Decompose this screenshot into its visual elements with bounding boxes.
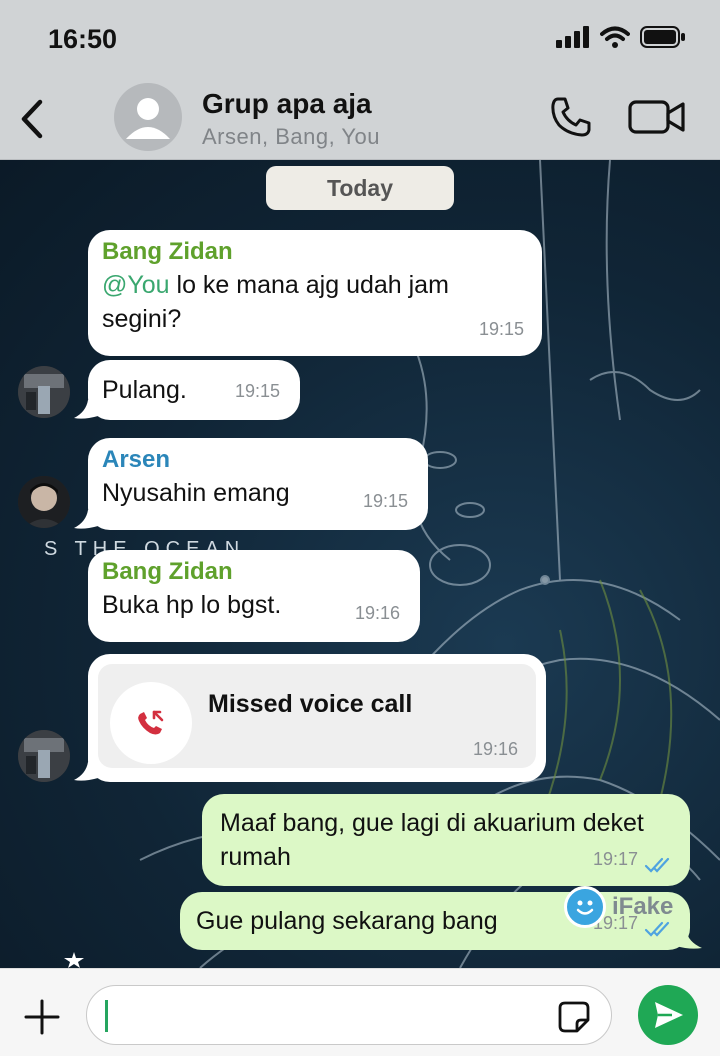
sender-name[interactable]: Bang Zidan — [102, 556, 406, 588]
phone-call-icon[interactable] — [548, 94, 594, 140]
person-placeholder-icon — [126, 98, 170, 139]
battery-icon — [640, 26, 685, 48]
missed-call-card[interactable]: Missed voice call 19:16 — [98, 664, 536, 768]
sender-name[interactable]: Bang Zidan — [102, 236, 522, 268]
message-time: 19:15 — [362, 491, 408, 511]
watermark-text: iFake — [612, 893, 674, 920]
star-icon — [64, 952, 84, 968]
message-time: 19:16 — [354, 603, 400, 623]
sticker-icon[interactable] — [557, 1000, 591, 1034]
mention-link[interactable]: @You — [102, 271, 170, 299]
message-time: 19:17 — [592, 849, 638, 869]
missed-call-icon-circle — [110, 682, 192, 764]
message-bubble-incoming[interactable]: Arsen Nyusahin emang 19:15 — [88, 438, 428, 530]
avatar-photo — [18, 476, 70, 528]
sender-avatar[interactable] — [18, 366, 70, 418]
message-bubble-incoming[interactable]: Bang Zidan Buka hp lo bgst. 19:16 — [88, 550, 420, 642]
group-members: Arsen, Bang, You — [202, 124, 381, 149]
group-title[interactable]: Grup apa aja — [202, 88, 372, 120]
message-text: Maaf bang, gue lagi di akuarium deket ru… — [220, 809, 644, 871]
message-text: Pulang. — [102, 376, 187, 404]
watermark: iFake — [564, 886, 673, 928]
read-receipt-icon — [644, 857, 670, 873]
missed-call-label: Missed voice call — [208, 690, 413, 718]
status-time: 16:50 — [48, 24, 118, 54]
status-icons — [556, 26, 686, 48]
video-call-icon[interactable] — [628, 96, 686, 138]
sender-name[interactable]: Arsen — [102, 444, 414, 476]
date-divider: Today — [266, 166, 454, 210]
sender-avatar[interactable] — [18, 730, 70, 782]
send-icon — [655, 1002, 683, 1028]
sender-avatar[interactable] — [18, 476, 70, 528]
message-text: Gue pulang sekarang bang — [196, 907, 498, 935]
text-caret — [105, 1000, 108, 1032]
missed-call-icon — [138, 710, 164, 735]
wifi-icon — [600, 26, 630, 48]
message-bubble-outgoing[interactable]: Maaf bang, gue lagi di akuarium deket ru… — [202, 794, 690, 886]
chat-area[interactable]: S THE OCEAN Today Bang Zidan @You lo ke … — [0, 160, 720, 968]
message-bubble-incoming[interactable]: Pulang. 19:15 — [88, 360, 300, 420]
chat-header: Grup apa aja Arsen, Bang, You — [0, 80, 720, 160]
back-chevron-icon[interactable] — [14, 94, 54, 144]
message-text: Buka hp lo bgst. — [102, 591, 282, 619]
message-text: Nyusahin emang — [102, 479, 290, 507]
signal-icon — [556, 26, 589, 48]
avatar-photo — [18, 730, 70, 782]
message-bubble-incoming[interactable]: Bang Zidan @You lo ke mana ajg udah jam … — [88, 230, 542, 356]
status-bar: 16:50 — [0, 0, 720, 80]
message-time: 19:16 — [472, 739, 518, 759]
message-input[interactable] — [86, 985, 612, 1045]
avatar-photo — [18, 366, 70, 418]
plus-icon[interactable] — [22, 997, 62, 1037]
message-time: 19:15 — [478, 319, 524, 339]
compose-bar — [0, 968, 720, 1056]
message-time: 19:15 — [234, 381, 280, 401]
group-avatar[interactable] — [114, 83, 182, 151]
send-button[interactable] — [638, 985, 698, 1045]
smiley-icon — [564, 886, 606, 928]
